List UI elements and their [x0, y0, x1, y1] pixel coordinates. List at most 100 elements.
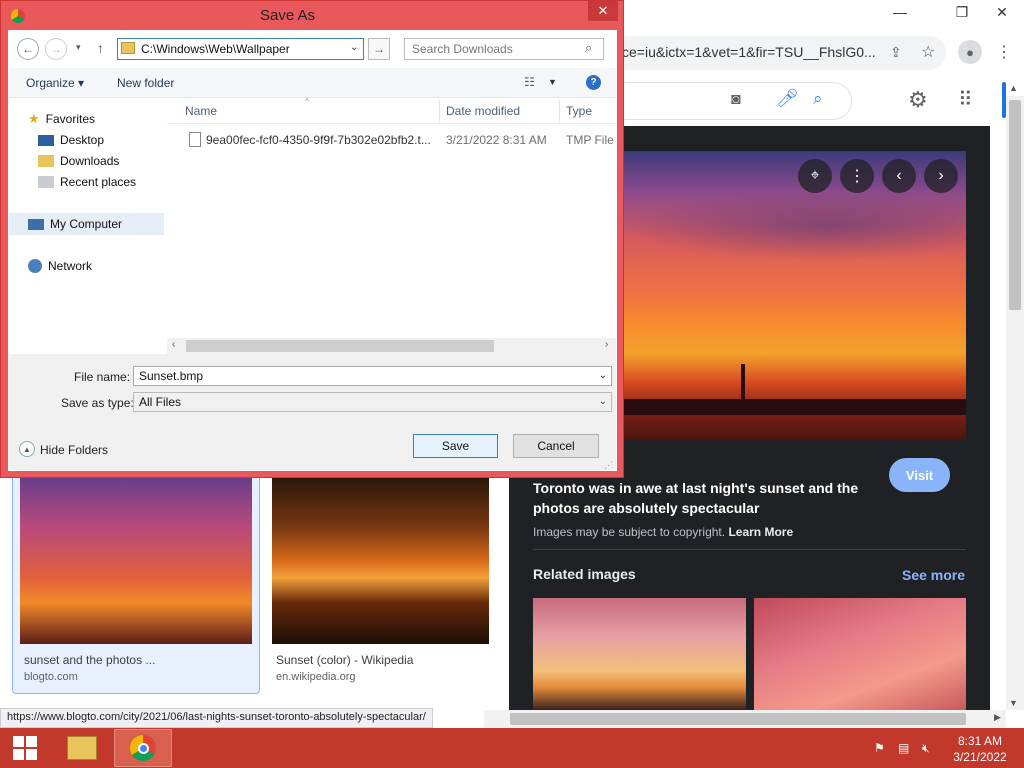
- file-type: TMP File: [566, 133, 614, 147]
- forward-arrow-icon[interactable]: →: [45, 38, 67, 60]
- column-type[interactable]: Type: [566, 104, 592, 118]
- sort-arrow-icon: ^: [305, 97, 309, 106]
- save-type-dropdown-icon[interactable]: ⌄: [599, 396, 607, 407]
- more-options-icon[interactable]: ⋮: [840, 159, 874, 193]
- result-thumbnail-2[interactable]: [272, 478, 489, 644]
- start-button[interactable]: [0, 729, 50, 767]
- file-date: 3/21/2022 8:31 AM: [446, 133, 547, 147]
- scroll-down-icon[interactable]: ▼: [1009, 698, 1018, 708]
- address-path[interactable]: C:\Windows\Web\Wallpaper: [141, 42, 290, 56]
- restore-button[interactable]: ❐: [945, 0, 979, 24]
- resize-grip-icon[interactable]: ⋰: [604, 460, 613, 471]
- close-window-button[interactable]: ✕: [985, 0, 1019, 24]
- related-image-2[interactable]: [754, 598, 966, 710]
- dialog-close-button[interactable]: ✕: [588, 1, 618, 21]
- search-icon[interactable]: ⌕: [585, 40, 592, 56]
- related-images-heading: Related images: [533, 566, 636, 582]
- column-name[interactable]: Name: [185, 104, 217, 118]
- camera-search-icon[interactable]: ◙: [731, 91, 741, 109]
- divider: [533, 549, 966, 550]
- clock[interactable]: 8:31 AM 3/21/2022: [940, 733, 1020, 765]
- back-arrow-icon[interactable]: ←: [17, 38, 39, 60]
- visit-button[interactable]: Visit: [889, 458, 950, 492]
- bookmark-star-icon[interactable]: ☆: [921, 42, 935, 62]
- status-bar-url: https://www.blogto.com/city/2021/06/last…: [0, 708, 433, 728]
- share-icon[interactable]: ⇪: [890, 44, 902, 61]
- nav-downloads-label: Downloads: [60, 154, 120, 168]
- chrome-menu-icon[interactable]: ⋮: [996, 42, 1012, 62]
- file-name-dropdown-icon[interactable]: ⌄: [599, 370, 607, 381]
- page-scrollbar-thumb[interactable]: [1009, 100, 1021, 310]
- save-button[interactable]: Save: [413, 434, 498, 458]
- next-image-icon[interactable]: ›: [924, 159, 958, 193]
- chrome-icon: [130, 735, 156, 761]
- file-list-scrollbar-thumb[interactable]: [186, 340, 494, 352]
- star-icon: ★: [28, 111, 40, 126]
- file-name[interactable]: 9ea00fec-fcf0-4350-9f9f-7b302e02bfb2.t..…: [206, 133, 431, 147]
- hide-folders-icon[interactable]: ▲: [19, 441, 35, 457]
- file-icon: [189, 132, 201, 147]
- column-separator[interactable]: [439, 100, 440, 122]
- cancel-button[interactable]: Cancel: [513, 434, 599, 458]
- view-dropdown-icon[interactable]: ▼: [548, 77, 557, 87]
- save-type-value: All Files: [139, 395, 182, 409]
- windows-logo-icon: [13, 736, 37, 760]
- scroll-left-icon[interactable]: ‹: [172, 339, 175, 350]
- lens-search-icon[interactable]: ⌖: [798, 159, 832, 193]
- scroll-right-icon[interactable]: ▶: [994, 712, 1001, 723]
- nav-network[interactable]: Network: [28, 259, 92, 273]
- column-separator[interactable]: [559, 100, 560, 122]
- preview-image[interactable]: [619, 151, 966, 440]
- search-placeholder: Search Downloads: [412, 42, 513, 56]
- related-image-1[interactable]: [533, 598, 746, 710]
- file-name-value: Sunset.bmp: [139, 369, 204, 383]
- clock-time: 8:31 AM: [957, 734, 1003, 748]
- nav-computer[interactable]: My Computer: [28, 217, 122, 231]
- clock-date: 3/21/2022: [953, 750, 1007, 764]
- recent-places-icon: [38, 176, 54, 188]
- action-center-flag-icon[interactable]: ⚑: [874, 741, 890, 755]
- view-options-icon[interactable]: ☷: [524, 75, 535, 89]
- result-caption-1[interactable]: sunset and the photos ...: [24, 653, 155, 667]
- nav-favorites[interactable]: ★ Favorites: [28, 111, 95, 127]
- volume-muted-icon[interactable]: 🔇︎: [922, 741, 938, 755]
- organize-button[interactable]: Organize ▾: [26, 76, 84, 90]
- up-folder-icon[interactable]: ↑: [97, 40, 104, 56]
- network-tray-icon[interactable]: ▤: [898, 741, 914, 755]
- chrome-app-icon: [11, 9, 25, 23]
- scroll-right-icon[interactable]: ›: [605, 339, 608, 350]
- chrome-taskbar-button[interactable]: [114, 729, 172, 767]
- go-arrow-icon[interactable]: →: [368, 38, 390, 60]
- computer-icon: [28, 218, 44, 230]
- scroll-up-icon[interactable]: ▲: [1009, 83, 1018, 93]
- previous-image-icon[interactable]: ‹: [882, 159, 916, 193]
- save-type-select[interactable]: All Files ⌄: [133, 392, 612, 412]
- see-more-link[interactable]: See more: [902, 567, 965, 583]
- column-date-modified[interactable]: Date modified: [446, 104, 520, 118]
- new-folder-button[interactable]: New folder: [117, 76, 174, 90]
- address-dropdown-icon[interactable]: ⌄: [350, 42, 358, 53]
- voice-search-icon[interactable]: 🎤︎: [776, 88, 799, 109]
- hide-folders-button[interactable]: Hide Folders: [40, 443, 108, 457]
- profile-avatar-icon[interactable]: ●: [958, 40, 982, 64]
- search-icon[interactable]: ⌕: [813, 89, 823, 109]
- result-thumbnail-1[interactable]: [20, 478, 252, 644]
- recent-locations-chevron-icon[interactable]: ▾: [76, 42, 81, 53]
- horizontal-scrollbar-thumb[interactable]: [510, 713, 966, 725]
- network-icon: [28, 259, 42, 273]
- preview-title[interactable]: Toronto was in awe at last night's sunse…: [533, 478, 873, 518]
- nav-downloads[interactable]: Downloads: [38, 154, 119, 168]
- save-type-label: Save as type:: [61, 396, 134, 410]
- nav-recent[interactable]: Recent places: [38, 175, 136, 189]
- folder-icon: [121, 42, 135, 54]
- minimize-button[interactable]: —: [883, 0, 917, 24]
- nav-desktop[interactable]: Desktop: [38, 133, 104, 147]
- file-explorer-taskbar-button[interactable]: [56, 729, 108, 767]
- apps-grid-icon[interactable]: ⠿: [958, 87, 973, 112]
- settings-gear-icon[interactable]: ⚙: [908, 87, 928, 113]
- file-name-input[interactable]: Sunset.bmp ⌄: [133, 366, 612, 386]
- result-caption-2[interactable]: Sunset (color) - Wikipedia: [276, 653, 413, 667]
- learn-more-link[interactable]: Learn More: [728, 525, 793, 539]
- help-icon[interactable]: ?: [586, 75, 601, 90]
- nav-network-label: Network: [48, 259, 93, 273]
